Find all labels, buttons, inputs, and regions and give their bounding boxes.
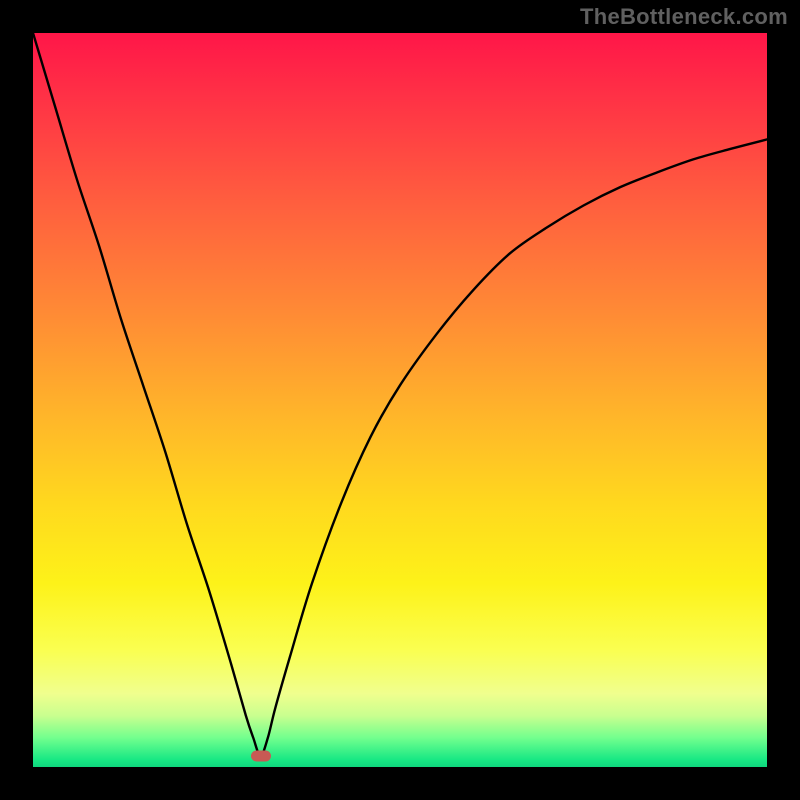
chart-frame: TheBottleneck.com <box>0 0 800 800</box>
minimum-marker <box>251 750 271 761</box>
watermark-text: TheBottleneck.com <box>580 4 788 30</box>
bottleneck-curve <box>33 33 767 767</box>
curve-path <box>33 33 767 756</box>
plot-area <box>33 33 767 767</box>
